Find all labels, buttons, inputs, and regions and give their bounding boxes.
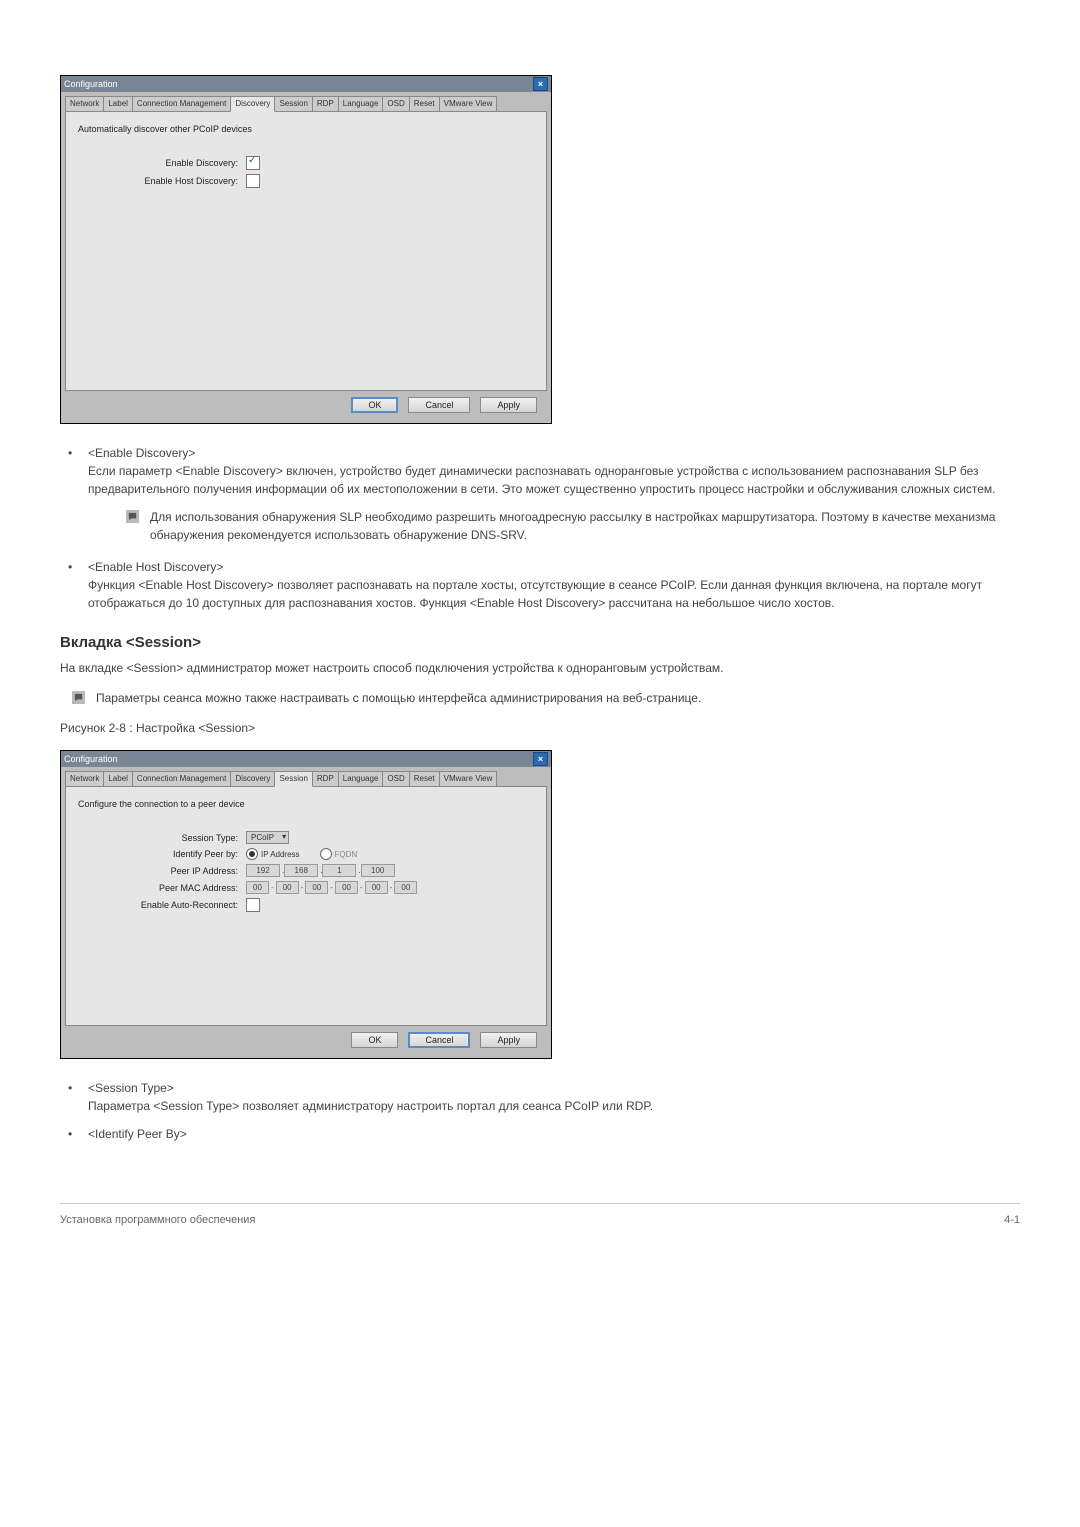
peer-mac-2[interactable]: 00 [276, 881, 299, 894]
cancel-button[interactable]: Cancel [408, 1032, 470, 1048]
peer-mac-5[interactable]: 00 [365, 881, 388, 894]
apply-button[interactable]: Apply [480, 1032, 537, 1048]
pane-description: Automatically discover other PCoIP devic… [78, 124, 534, 134]
close-icon[interactable]: × [533, 77, 548, 91]
pane-description: Configure the connection to a peer devic… [78, 799, 534, 809]
tab-session[interactable]: Session [274, 771, 312, 787]
ok-button[interactable]: OK [351, 1032, 398, 1048]
tabstrip: Network Label Connection Management Disc… [65, 771, 547, 787]
tab-language[interactable]: Language [338, 96, 384, 112]
peer-ip-octet-2[interactable]: 168 [284, 864, 318, 877]
identify-peer-ip-text: IP Address [261, 850, 300, 859]
bullet-term-enable-host-discovery: <Enable Host Discovery> [88, 560, 223, 574]
dialog-title: Configuration [64, 79, 118, 89]
peer-ip-label: Peer IP Address: [78, 866, 246, 876]
session-type-select[interactable]: PCoIP [246, 831, 289, 844]
configuration-dialog-discovery: Configuration × Network Label Connection… [60, 75, 552, 424]
configuration-dialog-session: Configuration × Network Label Connection… [60, 750, 552, 1059]
section-intro: На вкладке <Session> администратор может… [60, 659, 1020, 677]
tab-connection-management[interactable]: Connection Management [132, 771, 231, 787]
tab-label[interactable]: Label [103, 96, 133, 112]
peer-ip-octet-1[interactable]: 192 [246, 864, 280, 877]
tab-osd[interactable]: OSD [382, 771, 409, 787]
section-title-session: Вкладка <Session> [60, 634, 1020, 651]
figure-caption: Рисунок 2-8 : Настройка <Session> [60, 721, 1020, 735]
bullet-term-session-type: <Session Type> [88, 1081, 174, 1095]
peer-ip-octet-4[interactable]: 100 [361, 864, 395, 877]
bullet-desc-session-type: Параметра <Session Type> позволяет админ… [88, 1097, 1020, 1115]
dialog-titlebar[interactable]: Configuration × [61, 76, 551, 92]
identify-peer-ip-radio[interactable] [246, 848, 258, 860]
ok-button[interactable]: OK [351, 397, 398, 413]
identify-peer-fqdn-radio[interactable] [320, 848, 332, 860]
tab-discovery[interactable]: Discovery [230, 96, 275, 112]
dialog-title: Configuration [64, 754, 118, 764]
peer-ip-octet-3[interactable]: 1 [322, 864, 356, 877]
peer-mac-3[interactable]: 00 [305, 881, 328, 894]
peer-mac-1[interactable]: 00 [246, 881, 269, 894]
footer-left: Установка программного обеспечения [60, 1214, 255, 1226]
footer-right: 4-1 [1004, 1214, 1020, 1226]
tab-reset[interactable]: Reset [409, 771, 440, 787]
bullet-desc-enable-discovery: Если параметр <Enable Discovery> включен… [88, 462, 1020, 498]
enable-discovery-checkbox[interactable] [246, 156, 260, 170]
tabstrip: Network Label Connection Management Disc… [65, 96, 547, 112]
tabpane-discovery: Automatically discover other PCoIP devic… [65, 111, 547, 391]
auto-reconnect-checkbox[interactable] [246, 898, 260, 912]
cancel-button[interactable]: Cancel [408, 397, 470, 413]
tab-rdp[interactable]: RDP [312, 771, 339, 787]
tab-language[interactable]: Language [338, 771, 384, 787]
note-icon [126, 510, 139, 523]
enable-host-discovery-checkbox[interactable] [246, 174, 260, 188]
apply-button[interactable]: Apply [480, 397, 537, 413]
session-type-label: Session Type: [78, 833, 246, 843]
note-icon [72, 691, 85, 704]
identify-peer-fqdn-text: FQDN [335, 850, 358, 859]
enable-host-discovery-label: Enable Host Discovery: [78, 176, 246, 186]
dialog-titlebar[interactable]: Configuration × [61, 751, 551, 767]
tab-label[interactable]: Label [103, 771, 133, 787]
peer-mac-label: Peer MAC Address: [78, 883, 246, 893]
bullet-term-identify-peer: <Identify Peer By> [88, 1127, 187, 1141]
tab-session[interactable]: Session [274, 96, 312, 112]
peer-mac-4[interactable]: 00 [335, 881, 358, 894]
tab-rdp[interactable]: RDP [312, 96, 339, 112]
auto-reconnect-label: Enable Auto-Reconnect: [78, 900, 246, 910]
tabpane-session: Configure the connection to a peer devic… [65, 786, 547, 1026]
tab-connection-management[interactable]: Connection Management [132, 96, 231, 112]
enable-discovery-label: Enable Discovery: [78, 158, 246, 168]
bullet-desc-enable-host-discovery: Функция <Enable Host Discovery> позволяе… [88, 576, 1020, 612]
close-icon[interactable]: × [533, 752, 548, 766]
tab-network[interactable]: Network [65, 771, 104, 787]
note-text: Для использования обнаружения SLP необхо… [150, 510, 995, 542]
peer-mac-6[interactable]: 00 [394, 881, 417, 894]
note-text: Параметры сеанса можно также настраивать… [96, 691, 701, 705]
tab-vmware-view[interactable]: VMware View [439, 96, 498, 112]
tab-discovery[interactable]: Discovery [230, 771, 275, 787]
tab-vmware-view[interactable]: VMware View [439, 771, 498, 787]
tab-osd[interactable]: OSD [382, 96, 409, 112]
tab-network[interactable]: Network [65, 96, 104, 112]
tab-reset[interactable]: Reset [409, 96, 440, 112]
bullet-term-enable-discovery: <Enable Discovery> [88, 446, 195, 460]
identify-peer-label: Identify Peer by: [78, 849, 246, 859]
